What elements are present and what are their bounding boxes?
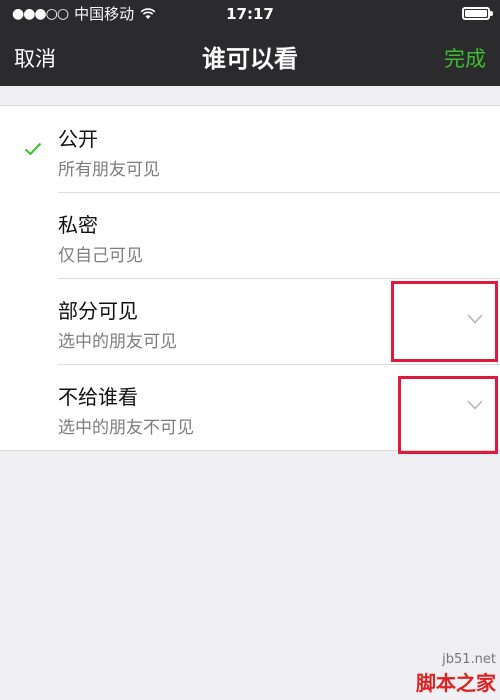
highlight-box: [398, 376, 498, 454]
option-public[interactable]: 公开 所有朋友可见: [0, 106, 500, 192]
option-subtitle: 选中的朋友可见: [58, 332, 177, 352]
option-title: 部分可见: [58, 299, 138, 323]
page-title: 谁可以看: [202, 45, 298, 73]
done-button[interactable]: 完成: [444, 43, 486, 73]
option-title: 不给谁看: [58, 385, 138, 409]
option-title: 私密: [58, 213, 98, 237]
option-subtitle: 选中的朋友不可见: [58, 418, 194, 438]
checkmark-icon: [24, 142, 42, 156]
status-time: 17:17: [226, 5, 274, 23]
option-subtitle: 仅自己可见: [58, 246, 143, 266]
watermark: jb51.net 脚本之家: [416, 652, 496, 696]
top-bar: ●●●○○ 中国移动 17:17 取消 谁可以看 完成: [0, 0, 500, 86]
navigation-bar: 取消 谁可以看 完成: [0, 28, 500, 86]
option-title: 公开: [58, 127, 98, 151]
watermark-site: jb51.net: [442, 652, 496, 667]
highlight-box: [391, 281, 498, 362]
watermark-name: 脚本之家: [416, 671, 496, 695]
battery-icon: [462, 7, 493, 20]
status-bar: ●●●○○ 中国移动 17:17: [0, 0, 500, 28]
option-subtitle: 所有朋友可见: [58, 160, 160, 180]
option-private[interactable]: 私密 仅自己可见: [0, 192, 500, 278]
